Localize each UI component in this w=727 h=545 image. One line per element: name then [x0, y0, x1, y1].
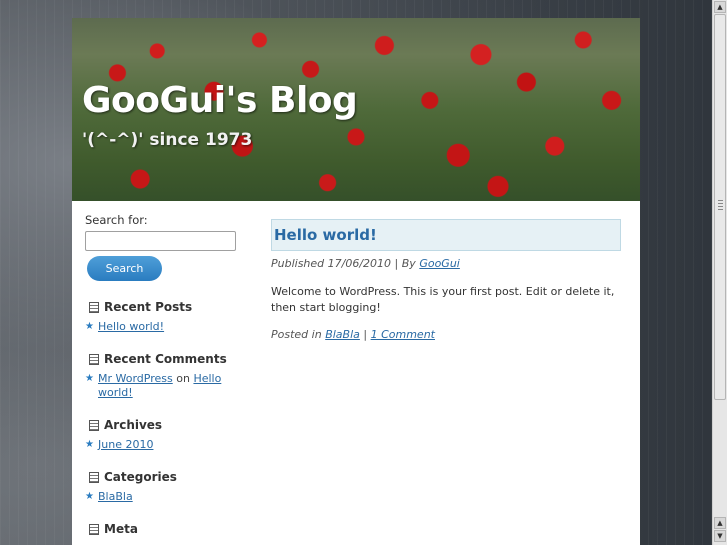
list-item: ★ Hello world!: [85, 320, 245, 334]
main-content: Hello world! Published 17/06/2010 | By G…: [271, 219, 621, 341]
grip-icon: [718, 200, 723, 212]
search-input[interactable]: [85, 231, 236, 251]
widget-title: Archives: [85, 418, 245, 432]
document-icon: [89, 523, 99, 535]
post-category-link[interactable]: BlaBla: [325, 328, 360, 341]
comment-on-text: on: [176, 372, 190, 385]
scroll-down-icon[interactable]: ▼: [714, 530, 726, 542]
recent-posts-heading: Recent Posts: [104, 300, 193, 314]
comments-link[interactable]: 1 Comment: [371, 328, 435, 341]
widget-title: Meta: [85, 522, 245, 536]
list-item: ★ Mr WordPress on Hello world!: [85, 372, 245, 400]
author-link[interactable]: GooGui: [419, 257, 460, 270]
search-label: Search for:: [85, 213, 148, 227]
document-icon: [89, 471, 99, 483]
recent-post-link[interactable]: Hello world!: [98, 320, 164, 333]
document-icon: [89, 301, 99, 313]
header-banner: GooGui's Blog '(^-^)' since 1973: [72, 18, 640, 201]
published-text: Published 17/06/2010 | By: [271, 257, 416, 270]
star-icon: ★: [85, 373, 94, 384]
scroll-up-icon[interactable]: ▲: [714, 1, 726, 13]
scroll-up-icon[interactable]: ▲: [714, 517, 726, 529]
post-title-box: Hello world!: [271, 219, 621, 251]
widget-title: Recent Posts: [85, 300, 245, 314]
widget-title: Recent Comments: [85, 352, 245, 366]
blog-title[interactable]: GooGui's Blog: [82, 80, 358, 121]
archive-link[interactable]: June 2010: [98, 438, 153, 451]
footer-separator: |: [363, 328, 368, 341]
scrollbar-thumb[interactable]: [714, 14, 726, 400]
document-icon: [89, 353, 99, 365]
sidebar: Search for: Search Recent Posts ★ Hello …: [85, 213, 245, 536]
list-item: ★ BlaBla: [85, 490, 245, 504]
widget-recent-comments: Recent Comments ★ Mr WordPress on Hello …: [85, 352, 245, 400]
post-meta: Published 17/06/2010 | By GooGui: [271, 257, 621, 270]
star-icon: ★: [85, 321, 94, 332]
list-item: ★ June 2010: [85, 438, 245, 452]
meta-heading: Meta: [104, 522, 138, 536]
category-link[interactable]: BlaBla: [98, 490, 133, 503]
search-button[interactable]: Search: [87, 256, 162, 281]
star-icon: ★: [85, 439, 94, 450]
widget-recent-posts: Recent Posts ★ Hello world!: [85, 300, 245, 334]
star-icon: ★: [85, 491, 94, 502]
widget-categories: Categories ★ BlaBla: [85, 470, 245, 504]
archives-heading: Archives: [104, 418, 163, 432]
page-container: GooGui's Blog '(^-^)' since 1973 Search …: [72, 18, 640, 545]
blog-tagline: '(^-^)' since 1973: [82, 130, 253, 150]
widget-title: Categories: [85, 470, 245, 484]
post-title-link[interactable]: Hello world!: [274, 226, 377, 244]
document-icon: [89, 419, 99, 431]
recent-comments-heading: Recent Comments: [104, 352, 227, 366]
categories-heading: Categories: [104, 470, 177, 484]
vertical-scrollbar[interactable]: ▲ ▲ ▼: [712, 0, 727, 545]
widget-archives: Archives ★ June 2010: [85, 418, 245, 452]
comment-author-link[interactable]: Mr WordPress: [98, 372, 173, 385]
widget-meta: Meta: [85, 522, 245, 536]
post-footer: Posted in BlaBla | 1 Comment: [271, 328, 621, 341]
post-body: Welcome to WordPress. This is your first…: [271, 285, 615, 314]
posted-in-text: Posted in: [271, 328, 322, 341]
